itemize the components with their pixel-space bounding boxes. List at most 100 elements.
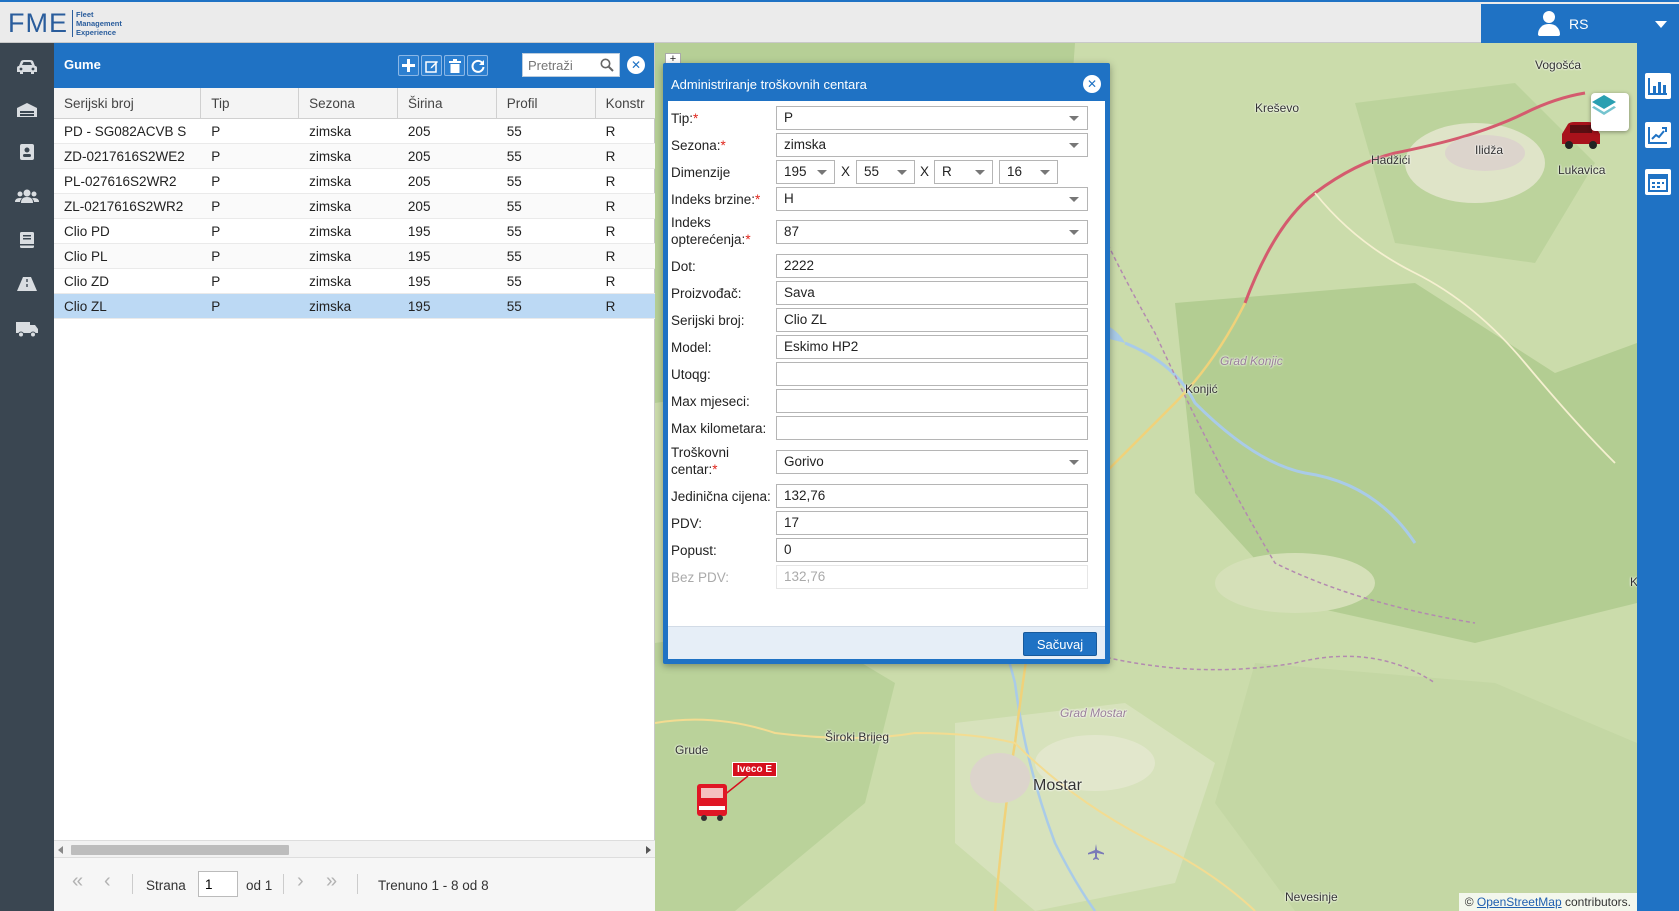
field-label: Dot: [671, 259, 696, 274]
table-cell: 55 [506, 199, 522, 214]
search-input[interactable] [528, 55, 602, 75]
truck-marker-icon[interactable] [693, 776, 753, 826]
page-number-input[interactable] [198, 871, 238, 897]
truck-icon[interactable] [15, 319, 39, 339]
cost-center-select[interactable]: Gorivo [776, 450, 1088, 474]
table-cell: 195 [407, 274, 431, 289]
table-row[interactable]: ZD-0217616S2WE2 Pzimska 205 55 R [54, 144, 655, 169]
utoqg-input[interactable] [776, 362, 1088, 386]
edit-button[interactable] [421, 55, 442, 76]
column-header[interactable]: Tip [201, 88, 300, 118]
first-page-icon[interactable]: « [72, 870, 83, 893]
book-icon[interactable] [15, 230, 39, 250]
table-row[interactable]: PL-027616S2WR2 Pzimska 205 55 R [54, 169, 655, 194]
report-edit-icon[interactable] [1645, 122, 1671, 148]
page-count: od 1 [246, 878, 273, 893]
openstreetmap-link[interactable]: OpenStreetMap [1477, 895, 1562, 909]
table-row[interactable]: Clio ZD Pzimska 195 55 R [54, 269, 655, 294]
refresh-button[interactable] [467, 55, 488, 76]
field-label: Tip:* [671, 111, 699, 126]
table-cell: P [211, 199, 221, 214]
speed-index-select[interactable]: H [776, 187, 1088, 211]
scroll-right-icon[interactable] [646, 846, 651, 854]
tip-select[interactable]: P [776, 106, 1088, 130]
discount-input[interactable]: 0 [776, 538, 1088, 562]
field-label: Sezona:* [671, 138, 726, 153]
delete-button[interactable] [444, 55, 465, 76]
map-label: Vogošća [1535, 58, 1582, 72]
column-header[interactable]: Profil [497, 88, 596, 118]
diameter-select[interactable]: 16 [999, 160, 1058, 184]
profile-select[interactable]: 55 [856, 160, 915, 184]
table-row[interactable]: Clio PD Pzimska 195 55 R [54, 219, 655, 244]
save-button[interactable]: Sačuvaj [1023, 632, 1097, 656]
calendar-icon[interactable] [1645, 169, 1671, 195]
road-icon[interactable] [15, 274, 39, 294]
app-logo[interactable]: FME Fleet Management Experience [8, 7, 122, 39]
map-label: Mostar [1033, 777, 1082, 794]
search-icon[interactable] [600, 58, 614, 72]
logo-sub-line: Management [76, 18, 122, 28]
next-page-icon[interactable]: › [297, 870, 304, 893]
user-menu[interactable]: RS [1481, 4, 1679, 44]
add-button[interactable] [398, 55, 419, 76]
manufacturer-input[interactable]: Sava [776, 281, 1088, 305]
clear-search-icon[interactable]: ✕ [627, 56, 645, 74]
table-cell: Clio PD [64, 224, 110, 239]
field-label: Jedinična cijena: [671, 489, 771, 504]
table-row[interactable]: Clio PL Pzimska 195 55 R [54, 244, 655, 269]
table-cell: P [211, 174, 221, 189]
table-row[interactable]: ZL-0217616S2WR2 Pzimska 205 55 R [54, 194, 655, 219]
user-name: RS [1569, 16, 1589, 32]
table-row[interactable]: Clio ZL Pzimska 195 55 R [54, 294, 655, 319]
season-select[interactable]: zimska [776, 133, 1088, 157]
column-header[interactable]: Konstr [596, 88, 655, 118]
table-cell: zimska [309, 224, 352, 239]
table-cell: 195 [407, 224, 431, 239]
garage-icon[interactable] [15, 100, 39, 120]
map-attribution: © OpenStreetMap contributors. [1458, 893, 1637, 911]
scroll-left-icon[interactable] [58, 846, 63, 854]
table-row[interactable]: PD - SG082ACVB S Pzimska 205 55 R [54, 119, 655, 144]
table-cell: R [605, 174, 616, 189]
model-input[interactable]: Eskimo HP2 [776, 335, 1088, 359]
airport-icon [1088, 844, 1104, 860]
vehicle-label[interactable]: Iveco E [732, 762, 778, 777]
unit-price-input[interactable]: 132,76 [776, 484, 1088, 508]
layers-button[interactable] [1591, 93, 1629, 131]
field-label: Indeks opterećenja:* [671, 215, 751, 247]
field-label: Dimenzije [671, 165, 731, 180]
vat-input[interactable]: 17 [776, 511, 1088, 535]
chart-icon[interactable] [1645, 73, 1671, 99]
last-page-icon[interactable]: » [326, 870, 337, 893]
serial-number-input[interactable]: Clio ZL [776, 308, 1088, 332]
dot-input[interactable]: 2222 [776, 254, 1088, 278]
table-cell: zimska [309, 199, 352, 214]
table-cell: PL-027616S2WR2 [64, 174, 177, 189]
prev-page-icon[interactable]: ‹ [104, 870, 111, 893]
contacts-icon[interactable] [15, 142, 39, 162]
table-cell: P [211, 299, 221, 314]
pager-status: Trenuno 1 - 8 od 8 [378, 878, 489, 893]
pager-divider [283, 874, 284, 894]
right-sidebar [1637, 43, 1679, 911]
column-header[interactable]: Serijski broj [54, 88, 202, 118]
scroll-thumb[interactable] [71, 845, 289, 855]
table-cell: ZD-0217616S2WE2 [64, 149, 185, 164]
horizontal-scrollbar[interactable] [54, 840, 655, 857]
width-select[interactable]: 195 [776, 160, 835, 184]
construction-select[interactable]: R [934, 160, 993, 184]
field-label: Popust: [671, 543, 717, 558]
column-header[interactable]: Sezona [299, 88, 398, 118]
column-header[interactable]: Širina [398, 88, 497, 118]
attribution-suffix: contributors. [1564, 895, 1631, 909]
map-label: Ilidža [1475, 143, 1504, 157]
max-kilometers-input[interactable] [776, 416, 1088, 440]
users-icon[interactable] [15, 186, 39, 206]
tires-panel: Gume ✕ Serijski broj Tip Sezona Širina P… [54, 43, 655, 911]
close-icon[interactable]: ✕ [1083, 75, 1101, 93]
table-cell: 55 [506, 174, 522, 189]
car-icon[interactable] [15, 57, 39, 77]
load-index-select[interactable]: 87 [776, 220, 1088, 244]
max-months-input[interactable] [776, 389, 1088, 413]
